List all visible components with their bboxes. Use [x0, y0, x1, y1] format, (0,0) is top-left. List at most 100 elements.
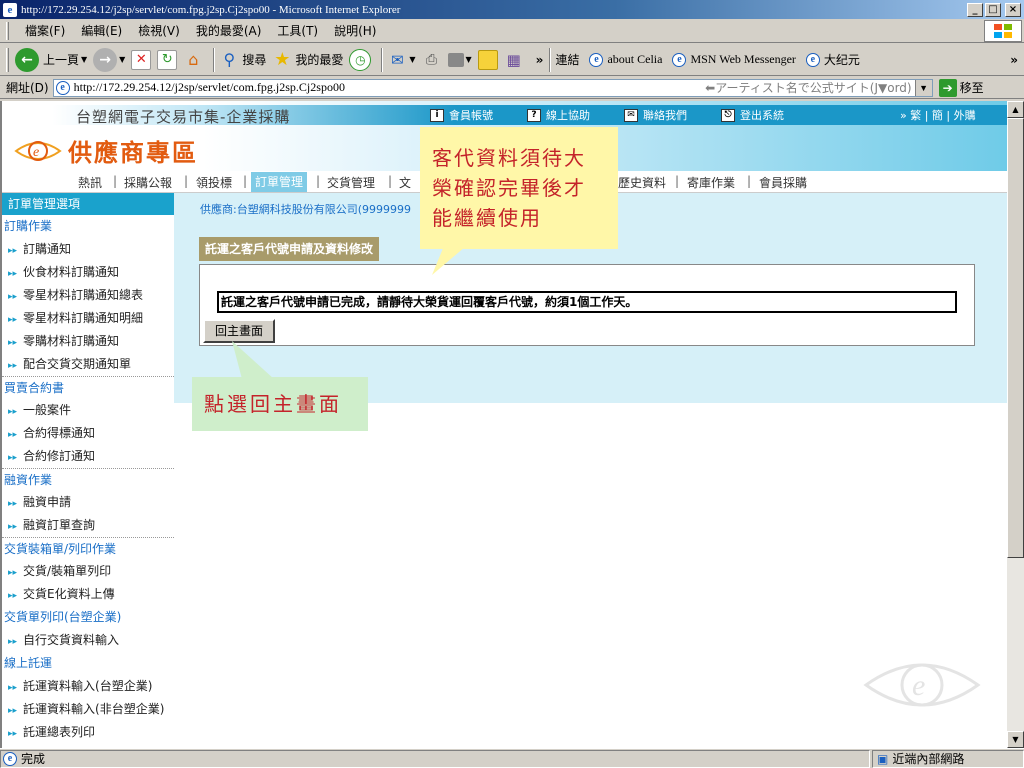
edit-button[interactable]: ▼ — [447, 52, 472, 67]
discuss-button[interactable] — [477, 49, 498, 70]
sidebar-item-contract-award[interactable]: ▸▸ 合約得標通知 — [2, 422, 174, 445]
edit-dropdown-icon[interactable]: ▼ — [466, 55, 472, 64]
language-links[interactable]: » 繁 | 簡 | 外購 — [900, 107, 976, 123]
print-button[interactable]: ⎙ — [422, 50, 442, 70]
vertical-scrollbar[interactable]: ▲ ▼ — [1007, 101, 1024, 748]
sidebar-item-shipping-summary-print[interactable]: ▸▸ 託運總表列印 — [2, 721, 174, 744]
sidebar-item-food-order-notice[interactable]: ▸▸ 伙食材料訂購通知 — [2, 261, 174, 284]
scroll-thumb[interactable] — [1007, 118, 1024, 558]
sidebar-item-order-notice[interactable]: ▸▸ 訂購通知 — [2, 238, 174, 261]
address-dropdown-icon[interactable]: ▼ — [914, 79, 932, 96]
sidebar-group-title[interactable]: 交貨單列印(台塑企業) — [2, 606, 174, 629]
link-msn-web-messenger[interactable]: e MSN Web Messenger — [672, 52, 796, 67]
sidebar-item-general-case[interactable]: ▸▸ 一般案件 — [2, 399, 174, 422]
menu-view[interactable]: 檢視(V) — [130, 22, 188, 39]
menu-file[interactable]: 檔案(F) — [17, 22, 73, 39]
sidebar-item-label: 訂購通知 — [23, 242, 72, 256]
back-dropdown-icon[interactable]: ▼ — [81, 55, 87, 64]
sidebar-item-misc-order-summary[interactable]: ▸▸ 零星材料訂購通知總表 — [2, 284, 174, 307]
sidebar-item-label: 自行交貨資料輸入 — [23, 633, 120, 647]
ie-page-icon: e — [589, 52, 604, 67]
menu-edit[interactable]: 編輯(E) — [73, 22, 130, 39]
callout-line: 客代資料須待大 — [432, 146, 586, 170]
search-button[interactable]: ⚲ 搜尋 — [219, 50, 266, 70]
sidebar-item-misc-order-detail[interactable]: ▸▸ 零星材料訂購通知明細 — [2, 307, 174, 330]
nav-order-management[interactable]: 訂單管理 — [251, 172, 308, 192]
address-bar: 網址(D) e http://172.29.254.12/j2sp/servle… — [0, 77, 1024, 99]
nav-purchase-bulletin[interactable]: 採購公報 — [124, 174, 172, 191]
nav-history[interactable]: 歷史資料 — [618, 174, 666, 191]
sidebar-item-shipping-input-non-fpg[interactable]: ▸▸ 託運資料輸入(非台塑企業) — [2, 698, 174, 721]
stop-button[interactable]: ✕ — [131, 49, 152, 70]
history-button[interactable]: ◷ — [349, 48, 372, 71]
nav-tender[interactable]: 領投標 — [196, 174, 232, 191]
window-title: http://172.29.254.12/j2sp/servlet/com.fp… — [21, 3, 401, 16]
forward-arrow-icon: → — [93, 47, 118, 72]
member-account-link[interactable]: i 會員帳號 — [430, 107, 493, 123]
toolbar-chevron-icon[interactable]: » — [536, 53, 544, 67]
sidebar-item-packing-list-print[interactable]: ▸▸ 交貨/裝箱單列印 — [2, 560, 174, 583]
research-button[interactable]: ▦ — [504, 50, 524, 70]
nav-delivery-management[interactable]: 交貨管理 — [327, 174, 375, 191]
favorites-label: 我的最愛 — [295, 53, 344, 67]
sidebar-item-self-delivery-input[interactable]: ▸▸ 自行交貨資料輸入 — [2, 629, 174, 652]
close-button[interactable]: × — [1005, 2, 1021, 17]
sidebar-item-financing-query[interactable]: ▸▸ 融資訂單查詢 — [2, 514, 174, 537]
logo-text: 供應商專區 — [68, 139, 198, 167]
menu-tools[interactable]: 工具(T) — [269, 22, 326, 39]
go-button[interactable]: ➔ 移至 — [938, 78, 984, 97]
sidebar-group-title[interactable]: 線上託運 — [2, 652, 174, 675]
nav-member-purchase[interactable]: 會員採購 — [759, 174, 807, 191]
link-label: about Celia — [607, 52, 663, 66]
scroll-down-icon[interactable]: ▼ — [1007, 731, 1024, 748]
mail-button[interactable]: ✉ ▼ — [387, 50, 415, 70]
nav-hot-news[interactable]: 熱訊 — [78, 174, 102, 191]
sidebar-group-title[interactable]: 訂購作業 — [2, 215, 174, 238]
contact-us-link[interactable]: ✉ 聯絡我們 — [624, 107, 687, 123]
page-viewport: 台塑網電子交易市集-企業採購 i 會員帳號 ? 線上協助 ✉ 聯絡我們 ⎋ 登出系統 »… — [0, 101, 1007, 748]
mail-dropdown-icon[interactable]: ▼ — [409, 55, 415, 64]
online-help-link[interactable]: ? 線上協助 — [527, 107, 590, 123]
forward-dropdown-icon[interactable]: ▼ — [119, 55, 125, 64]
sidebar-item-contract-revision[interactable]: ▸▸ 合約修訂通知 — [2, 445, 174, 468]
menu-favorites[interactable]: 我的最愛(A) — [188, 22, 270, 39]
address-input[interactable]: e http://172.29.254.12/j2sp/servlet/com.… — [52, 78, 933, 97]
go-arrow-icon: ➔ — [938, 78, 957, 97]
sidebar-item-label: 合約得標通知 — [23, 426, 96, 440]
sidebar-group-title[interactable]: 買賣合約書 — [2, 376, 174, 399]
callout-line: 能繼續使用 — [432, 206, 542, 230]
back-button[interactable]: ← 上一頁 ▼ — [15, 47, 87, 72]
sidebar-group-title[interactable]: 融資作業 — [2, 468, 174, 491]
scroll-up-icon[interactable]: ▲ — [1007, 101, 1024, 118]
minimize-button[interactable]: _ — [967, 2, 983, 17]
menu-bar: 檔案(F) 編輯(E) 檢視(V) 我的最愛(A) 工具(T) 說明(H) — [0, 19, 1024, 43]
favorites-button[interactable]: ★ 我的最愛 — [272, 49, 344, 70]
sidebar-item-label: 合約修訂通知 — [23, 449, 96, 463]
logout-link[interactable]: ⎋ 登出系統 — [721, 107, 784, 123]
nav-consignment[interactable]: 寄庫作業 — [687, 174, 735, 191]
stop-icon: ✕ — [131, 49, 152, 70]
return-home-button[interactable]: 回主畫面 — [203, 319, 276, 343]
site-name: 台塑網電子交易市集-企業採購 — [76, 108, 291, 126]
bullet-icon: ▸▸ — [8, 292, 18, 302]
forward-button[interactable]: → ▼ — [93, 47, 125, 72]
sidebar-group-title[interactable]: 交貨裝箱單/列印作業 — [2, 537, 174, 560]
home-button[interactable]: ⌂ — [183, 50, 203, 70]
link-dajiyuan[interactable]: e 大纪元 — [805, 51, 860, 68]
mail-icon: ✉ — [391, 50, 404, 69]
sidebar-item-financing-apply[interactable]: ▸▸ 融資申請 — [2, 491, 174, 514]
print-icon: ⎙ — [425, 51, 438, 68]
bullet-icon: ▸▸ — [8, 453, 18, 463]
link-about-celia[interactable]: e about Celia — [589, 52, 662, 67]
sidebar-item-shipping-input-fpg[interactable]: ▸▸ 託運資料輸入(台塑企業) — [2, 675, 174, 698]
nav-documents[interactable]: 文 — [399, 174, 411, 191]
sidebar-item-retail-order-notice[interactable]: ▸▸ 零購材料訂購通知 — [2, 330, 174, 353]
sidebar-item-delivery-schedule-notice[interactable]: ▸▸ 配合交貨交期通知單 — [2, 353, 174, 376]
menu-help[interactable]: 說明(H) — [326, 22, 384, 39]
maximize-button[interactable]: □ — [985, 2, 1001, 17]
sidebar-item-e-data-upload[interactable]: ▸▸ 交貨E化資料上傳 — [2, 583, 174, 606]
refresh-button[interactable]: ↻ — [157, 49, 178, 70]
history-icon: ◷ — [349, 48, 372, 71]
sidebar-item-label: 融資申請 — [23, 495, 72, 509]
links-chevron-icon[interactable]: » — [1010, 53, 1018, 67]
